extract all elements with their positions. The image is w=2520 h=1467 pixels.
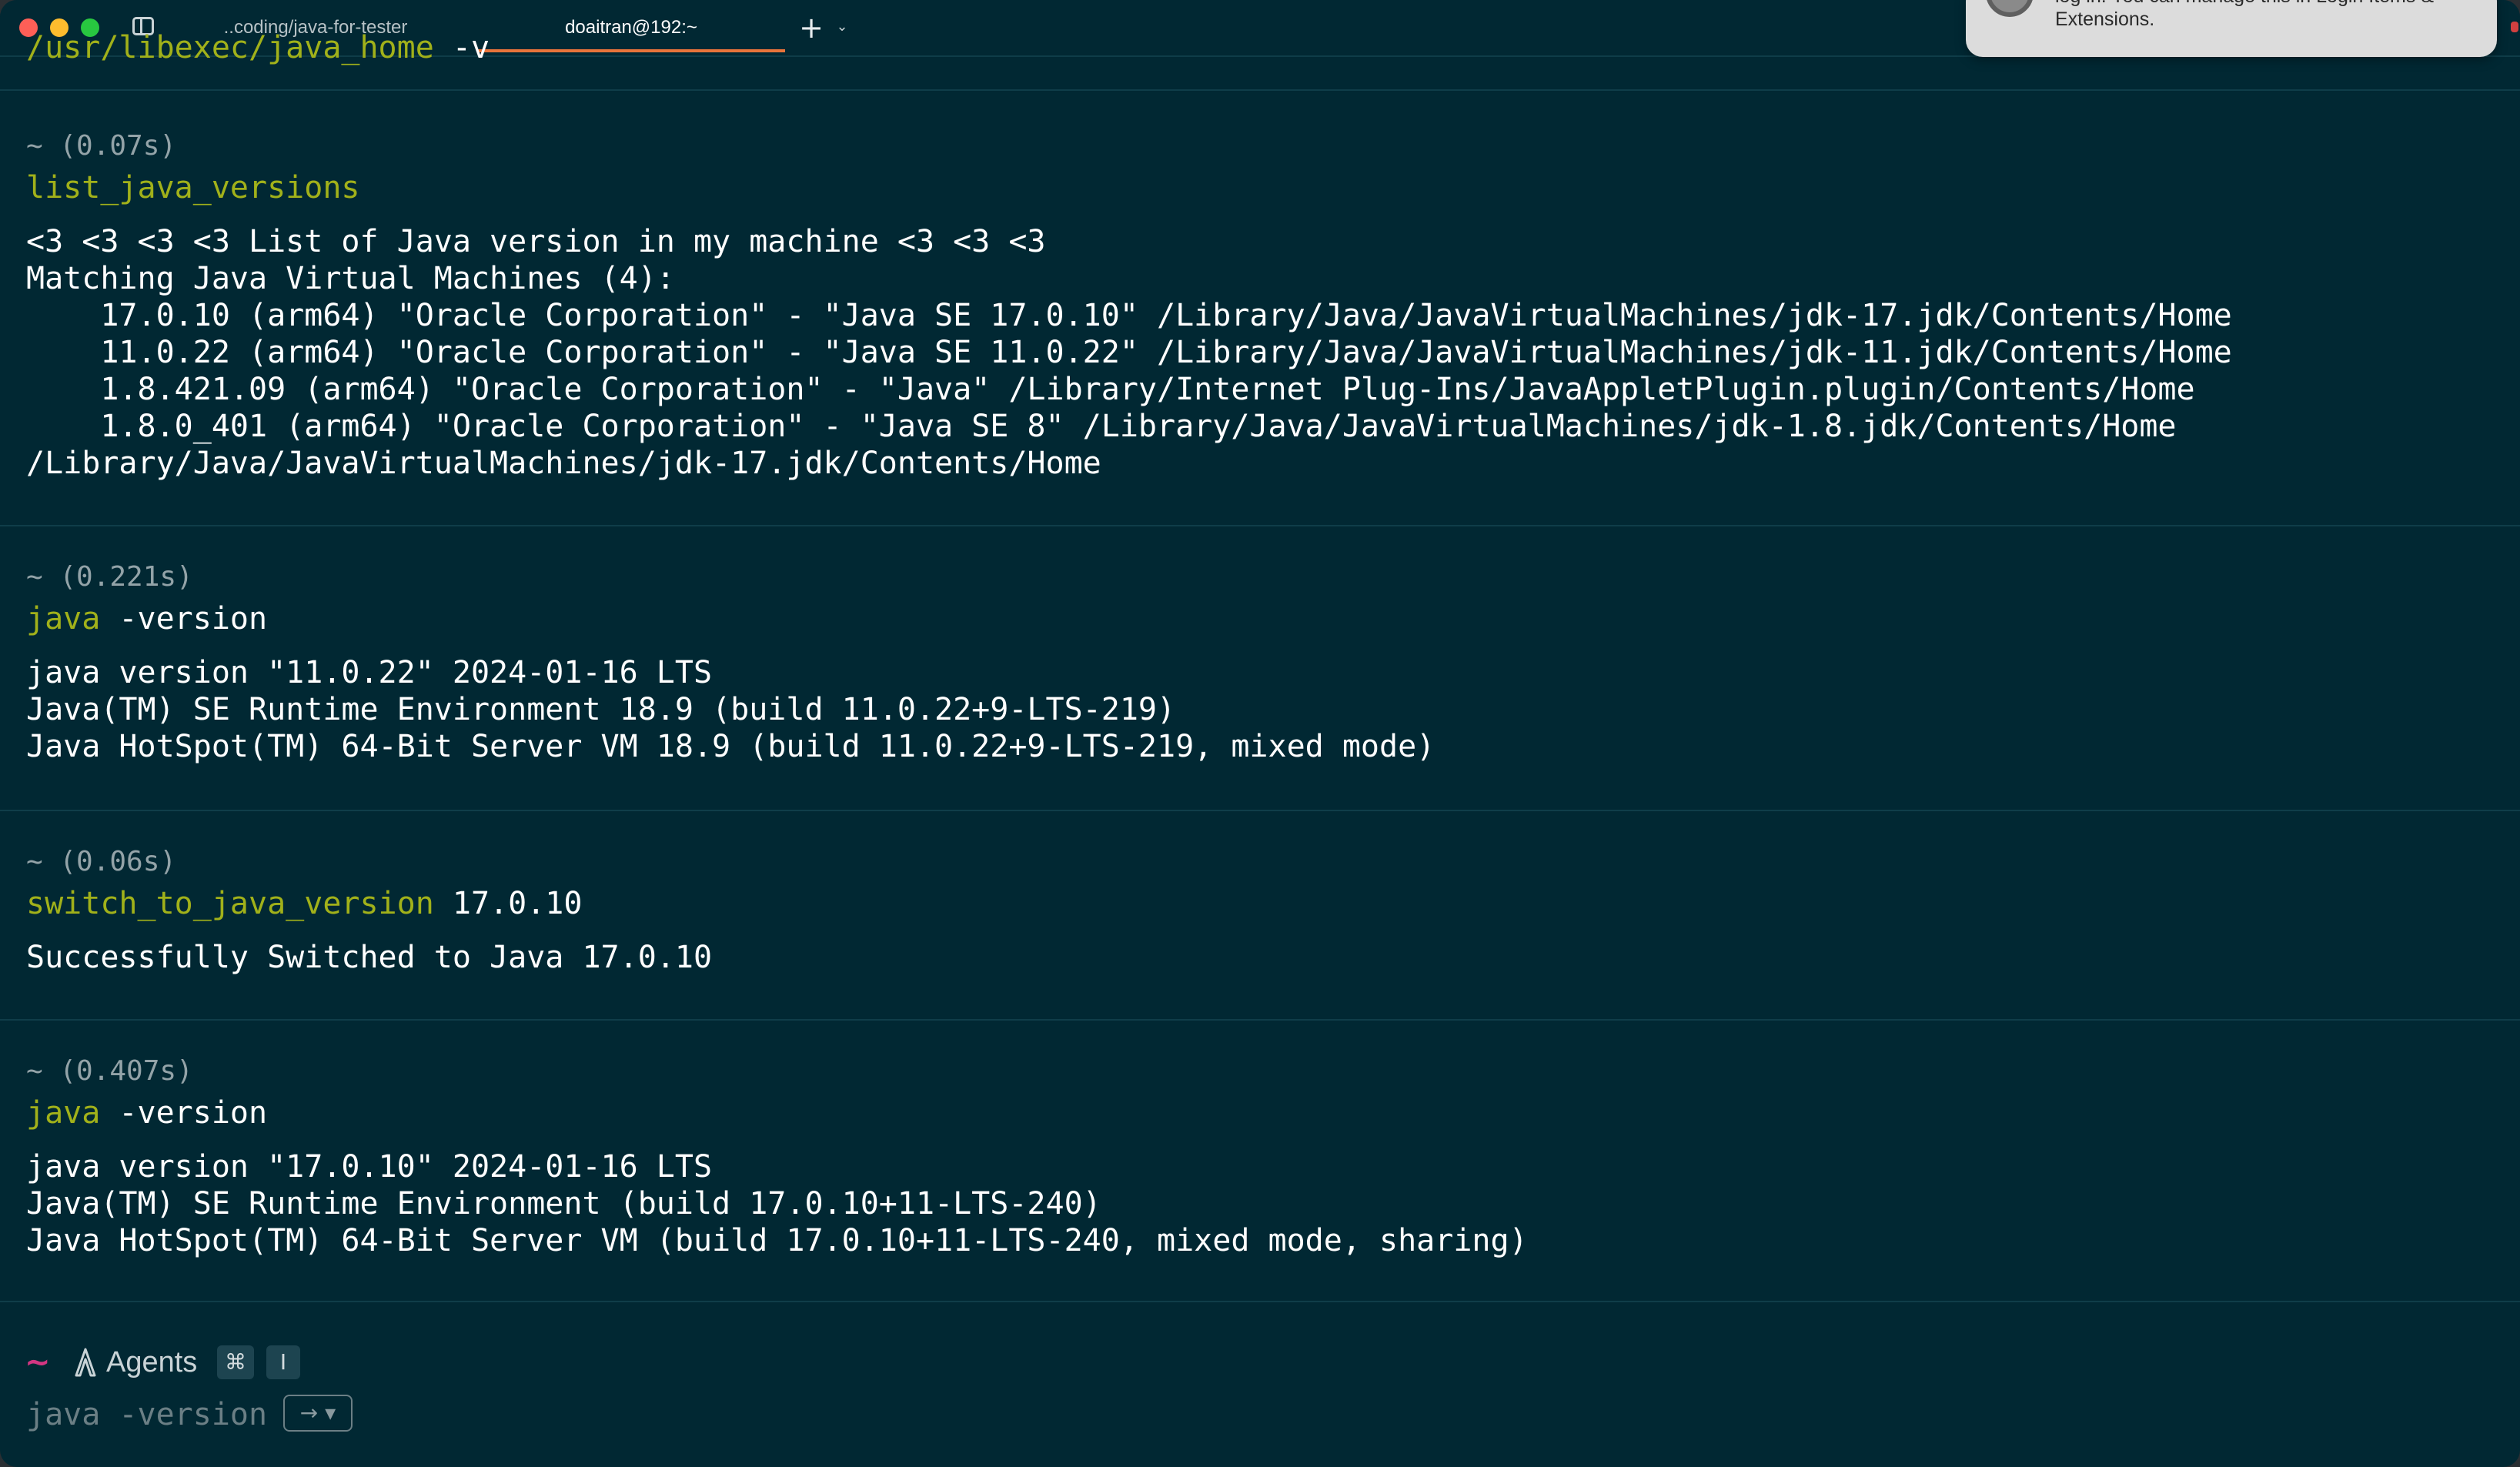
- command-name: list_java_versions: [26, 170, 360, 206]
- terminal-window: ..coding/java-for-tester doaitran@192:~ …: [0, 0, 2520, 1467]
- agents-button[interactable]: Agents: [106, 1344, 197, 1381]
- notification-line-1: log in. You can manage this in Login Ite…: [2055, 0, 2486, 8]
- command-input[interactable]: java -version: [26, 1396, 267, 1433]
- shortcut-i-key: I: [266, 1345, 300, 1379]
- output-line: 1.8.421.09 (arm64) "Oracle Corporation" …: [26, 372, 2195, 407]
- notification-app-icon: [1986, 0, 2034, 17]
- output-line: Successfully Switched to Java 17.0.10: [26, 940, 713, 975]
- tab-menu-chevron-icon[interactable]: ⌄: [833, 15, 851, 38]
- block-command-line[interactable]: java -version: [26, 600, 267, 637]
- previous-command-arg: -v: [433, 30, 490, 65]
- indicator-dot: [2511, 22, 2518, 32]
- output-line: <3 <3 <3 <3 List of Java version in my m…: [26, 224, 1046, 259]
- output-line: Java(TM) SE Runtime Environment (build 1…: [26, 1186, 1101, 1221]
- previous-command: /usr/libexec/java_home: [26, 30, 434, 65]
- block-meta: ~ (0.07s): [26, 130, 177, 162]
- block-command-line[interactable]: switch_to_java_version 17.0.10: [26, 885, 582, 922]
- command-name: java: [26, 601, 101, 637]
- prompt-tilde: ~: [25, 1345, 51, 1380]
- output-line: /Library/Java/JavaVirtualMachines/jdk-17…: [26, 446, 1101, 481]
- block-meta: ~ (0.407s): [26, 1055, 193, 1087]
- previous-command-line: /usr/libexec/java_home -v: [26, 29, 490, 66]
- notification-text: log in. You can manage this in Login Ite…: [2055, 0, 2486, 31]
- shortcut-command-key: ⌘: [217, 1345, 254, 1379]
- output-line: java version "17.0.10" 2024-01-16 LTS: [26, 1149, 713, 1185]
- active-tab-indicator: [477, 49, 785, 52]
- output-line: Java HotSpot(TM) 64-Bit Server VM 18.9 (…: [26, 729, 1435, 764]
- command-name: java: [26, 1095, 101, 1131]
- tab-home[interactable]: doaitran@192:~: [477, 0, 785, 55]
- command-name: switch_to_java_version: [26, 886, 434, 921]
- command-args: 17.0.10: [433, 886, 583, 921]
- block-meta: ~ (0.06s): [26, 846, 177, 877]
- output-line: 1.8.0_401 (arm64) "Oracle Corporation" -…: [26, 409, 2177, 444]
- output-line: Java(TM) SE Runtime Environment 18.9 (bu…: [26, 692, 1176, 727]
- block-command-line[interactable]: list_java_versions: [26, 169, 359, 206]
- notification-line-2: Extensions.: [2055, 8, 2155, 30]
- block-command-line[interactable]: java -version: [26, 1094, 267, 1131]
- new-tab-button[interactable]: +: [797, 9, 825, 46]
- output-line: 17.0.10 (arm64) "Oracle Corporation" - "…: [26, 298, 2232, 333]
- output-line: Matching Java Virtual Machines (4):: [26, 261, 675, 296]
- notification-banner[interactable]: log in. You can manage this in Login Ite…: [1966, 0, 2497, 57]
- command-args: -version: [100, 601, 268, 637]
- output-line: java version "11.0.22" 2024-01-16 LTS: [26, 655, 713, 690]
- output-line: Java HotSpot(TM) 64-Bit Server VM (build…: [26, 1223, 1528, 1258]
- block-divider: [0, 89, 2520, 91]
- block-divider: [0, 525, 2520, 526]
- block-divider: [0, 1301, 2520, 1302]
- block-divider: [0, 810, 2520, 811]
- block-divider: [0, 1019, 2520, 1021]
- block-meta: ~ (0.221s): [26, 561, 193, 593]
- command-args: -version: [100, 1095, 268, 1131]
- agents-icon[interactable]: [71, 1347, 100, 1378]
- output-line: 11.0.22 (arm64) "Oracle Corporation" - "…: [26, 335, 2232, 370]
- accept-suggestion-button[interactable]: → ▾: [283, 1395, 353, 1432]
